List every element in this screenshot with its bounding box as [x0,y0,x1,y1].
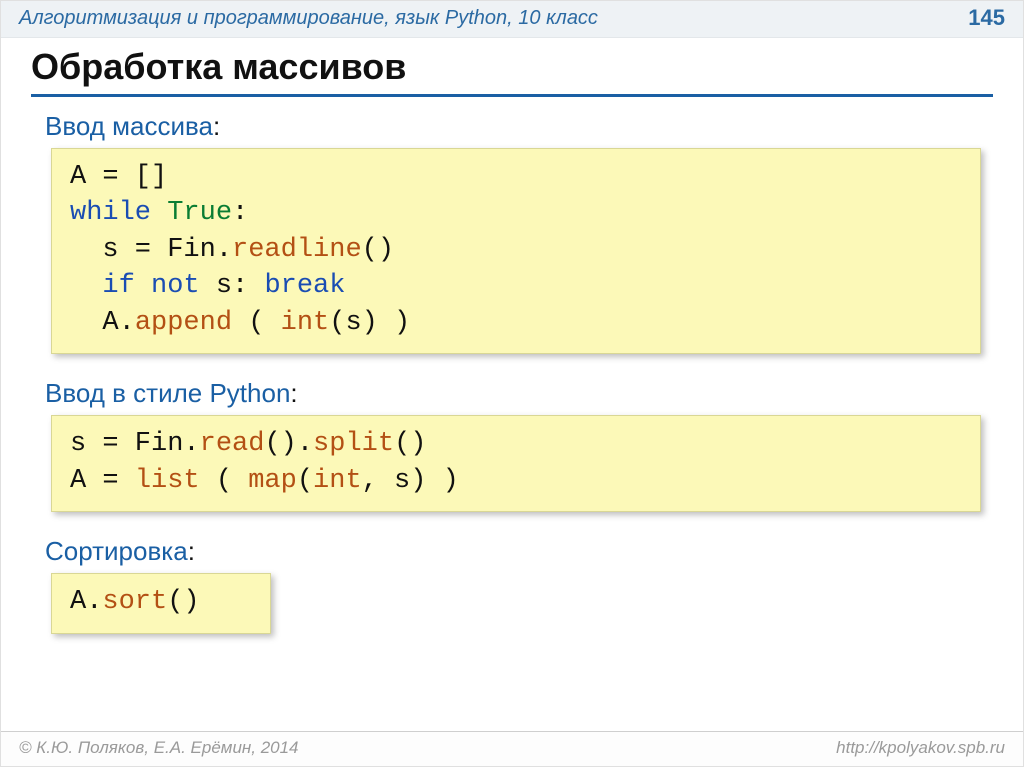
code-block-2: s = Fin.read().split() A = list ( map(in… [51,415,981,512]
section-label-text: Ввод в стиле Python [45,378,290,408]
slide-footer: © К.Ю. Поляков, Е.А. Ерёмин, 2014 http:/… [1,731,1023,766]
code-text: ( [297,466,313,496]
course-title: Алгоритмизация и программирование, язык … [19,7,598,30]
section-label-sort: Сортировка: [45,536,993,567]
section-label-python-style: Ввод в стиле Python: [45,378,993,409]
fn-split: split [313,429,394,459]
code-text [151,198,167,228]
section-label-text: Ввод массива [45,111,213,141]
code-text: (s) ) [329,308,410,338]
indent [70,271,102,301]
fn-int: int [313,466,362,496]
section-label-text: Сортировка [45,536,188,566]
code-block-3: A.sort() [51,573,271,633]
code-text: () [362,235,394,265]
code-text [135,271,151,301]
fn-int: int [281,308,330,338]
code-text: A = [70,466,135,496]
code-text: A. [70,587,102,617]
fn-sort: sort [102,587,167,617]
indent [70,235,102,265]
fn-list: list [135,466,200,496]
code-text: s = Fin. [70,429,200,459]
code-block-1: A = [] while True: s = Fin.readline() if… [51,148,981,354]
slide-body: Обработка массивов Ввод массива: A = [] … [1,38,1023,731]
keyword-while: while [70,198,151,228]
code-text: : [232,198,248,228]
fn-readline: readline [232,235,362,265]
section-label-input: Ввод массива: [45,111,993,142]
code-text: (). [264,429,313,459]
fn-read: read [200,429,265,459]
code-text: , s) ) [362,466,459,496]
indent [70,308,102,338]
code-text: () [167,587,199,617]
page-number: 145 [968,5,1005,31]
footer-url: http://kpolyakov.spb.ru [836,738,1005,758]
colon: : [290,378,297,408]
slide-title: Обработка массивов [31,46,993,97]
keyword-not: not [151,271,200,301]
fn-append: append [135,308,232,338]
code-text: s = Fin. [102,235,232,265]
code-text: ( [200,466,249,496]
fn-map: map [248,466,297,496]
code-text: A = [] [70,162,167,192]
footer-authors: © К.Ю. Поляков, Е.А. Ерёмин, 2014 [19,738,299,758]
slide-header: Алгоритмизация и программирование, язык … [1,1,1023,38]
code-text: A. [102,308,134,338]
code-text: s: [200,271,265,301]
keyword-break: break [264,271,345,301]
literal-true: True [167,198,232,228]
keyword-if: if [102,271,134,301]
code-text: ( [232,308,281,338]
slide: Алгоритмизация и программирование, язык … [0,0,1024,767]
colon: : [213,111,220,141]
code-text: () [394,429,426,459]
colon: : [188,536,195,566]
